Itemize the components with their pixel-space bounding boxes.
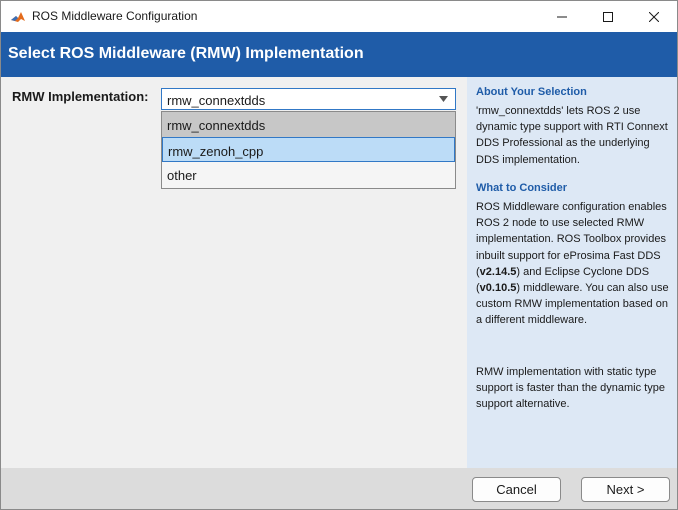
window-title: ROS Middleware Configuration: [32, 9, 198, 23]
title-bar: ROS Middleware Configuration: [1, 1, 677, 32]
dropdown-option-highlighted[interactable]: rmw_zenoh_cpp: [162, 137, 455, 162]
page-title: Select ROS Middleware (RMW) Implementati…: [8, 45, 364, 62]
header-banner: Select ROS Middleware (RMW) Implementati…: [1, 32, 677, 77]
help-sidebar: About Your Selection 'rmw_connextdds' le…: [467, 77, 677, 468]
close-icon: [649, 11, 659, 22]
main-panel: RMW Implementation: rmw_connextdds rmw_c…: [1, 77, 467, 468]
dropdown-options-list: rmw_connextdds rmw_zenoh_cpp other: [161, 111, 456, 189]
chevron-down-icon: [439, 96, 448, 102]
consider-heading: What to Consider: [476, 182, 568, 194]
about-heading: About Your Selection: [476, 86, 587, 98]
close-button[interactable]: [631, 1, 677, 32]
cyclone-dds-version: v0.10.5: [479, 282, 517, 295]
rmw-implementation-label: RMW Implementation:: [12, 89, 149, 104]
fast-dds-version: v2.14.5: [479, 265, 517, 278]
dropdown-selected-value: rmw_connextdds: [167, 93, 266, 108]
matlab-icon: [10, 9, 26, 25]
about-text: 'rmw_connextdds' lets ROS 2 use dynamic …: [476, 105, 668, 166]
next-button[interactable]: Next >: [581, 477, 670, 502]
button-bar: Cancel Next >: [1, 468, 677, 509]
maximize-icon: [603, 11, 613, 22]
consider-text: ROS Middleware configuration enables ROS…: [476, 201, 669, 327]
dropdown-option[interactable]: rmw_connextdds: [162, 112, 455, 137]
minimize-button[interactable]: [539, 1, 585, 32]
minimize-icon: [557, 16, 567, 17]
dialog-window: ROS Middleware Configuration Select ROS …: [0, 0, 678, 510]
performance-note: RMW implementation with static type supp…: [476, 366, 665, 411]
maximize-button[interactable]: [585, 1, 631, 32]
dropdown-option[interactable]: other: [162, 162, 455, 188]
cancel-button[interactable]: Cancel: [472, 477, 561, 502]
rmw-implementation-dropdown[interactable]: rmw_connextdds: [161, 88, 456, 110]
